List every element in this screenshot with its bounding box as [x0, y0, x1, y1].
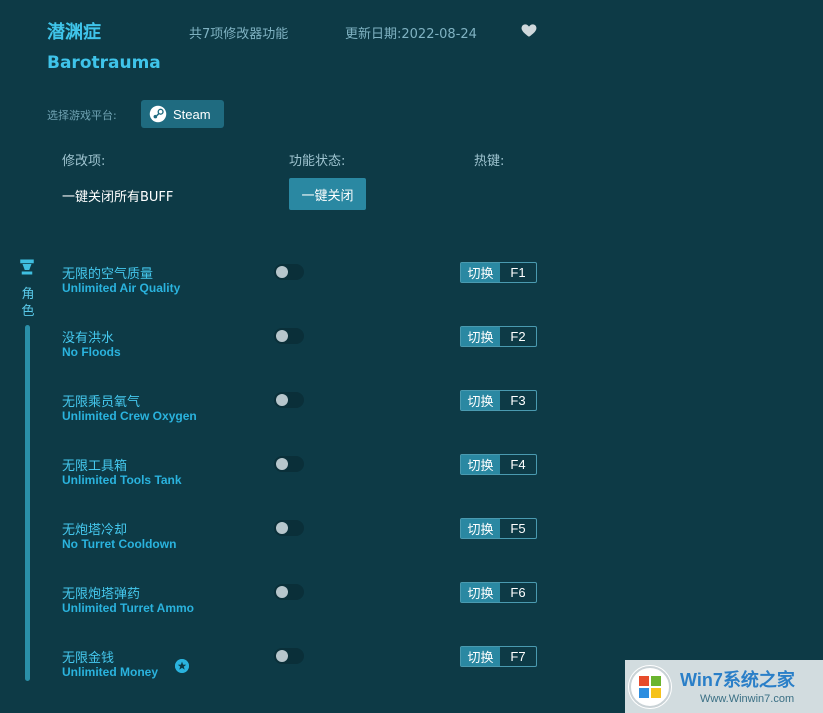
favorite-heart-icon[interactable]	[520, 21, 538, 39]
hotkey-key: F7	[510, 649, 526, 664]
hotkey-key: F6	[510, 585, 526, 600]
watermark-url: Www.Winwin7.com	[700, 693, 795, 705]
hotkey-button[interactable]: 切换 F4	[460, 454, 537, 475]
hotkey-button[interactable]: 切换 F2	[460, 326, 537, 347]
hotkey-switch-label: 切换	[461, 519, 500, 538]
hotkey-key: F5	[510, 521, 526, 536]
hotkey-button[interactable]: 切换 F7	[460, 646, 537, 667]
cheat-name-en: Unlimited Turret Ammo	[62, 601, 195, 615]
hotkey-button[interactable]: 切换 F6	[460, 582, 537, 603]
cheat-name-en: No Floods	[62, 345, 121, 359]
game-title-cn: 潜渊症	[47, 22, 101, 43]
update-date: 更新日期:2022-08-24	[345, 27, 477, 42]
cheat-row: 无限的空气质量 Unlimited Air Quality 切换 F1	[0, 262, 823, 327]
cheat-row: 无限炮塔弹药 Unlimited Turret Ammo 切换 F6	[0, 582, 823, 647]
hotkey-switch-label: 切换	[461, 327, 500, 346]
cheat-name-cn: 没有洪水	[62, 331, 115, 346]
hotkey-button[interactable]: 切换 F3	[460, 390, 537, 411]
close-all-buff-label: 一键关闭所有BUFF	[62, 190, 174, 205]
close-all-button[interactable]: 一键关闭	[289, 178, 366, 210]
hotkey-key: F3	[510, 393, 526, 408]
cheat-name-en: Unlimited Money	[62, 665, 159, 679]
hotkey-switch-label: 切换	[461, 391, 500, 410]
platform-label: 选择游戏平台:	[47, 109, 117, 122]
cheat-name-cn: 无限工具箱	[62, 459, 128, 474]
cheat-toggle[interactable]	[274, 264, 304, 280]
toggle-knob	[276, 650, 288, 662]
cheat-row: 没有洪水 No Floods 切换 F2	[0, 326, 823, 391]
hotkey-switch-label: 切换	[461, 455, 500, 474]
cheat-toggle[interactable]	[274, 648, 304, 664]
cheat-toggle[interactable]	[274, 520, 304, 536]
toggle-knob	[276, 458, 288, 470]
steam-platform-button[interactable]: Steam	[141, 100, 224, 128]
steam-label: Steam	[173, 106, 211, 122]
hotkey-key: F1	[510, 265, 526, 280]
toggle-knob	[276, 586, 288, 598]
hotkey-switch-label: 切换	[461, 583, 500, 602]
feature-count: 共7项修改器功能	[189, 27, 289, 42]
hotkey-key: F4	[510, 457, 526, 472]
cheat-row: 无限乘员氧气 Unlimited Crew Oxygen 切换 F3	[0, 390, 823, 455]
cheat-name-en: Unlimited Air Quality	[62, 281, 181, 295]
game-title-en: Barotrauma	[47, 53, 161, 73]
cheat-toggle[interactable]	[274, 392, 304, 408]
cheat-name-cn: 无限炮塔弹药	[62, 587, 141, 602]
cheat-name-cn: 无限乘员氧气	[62, 395, 141, 410]
hotkey-button[interactable]: 切换 F5	[460, 518, 537, 539]
cheat-toggle[interactable]	[274, 456, 304, 472]
hotkey-switch-label: 切换	[461, 647, 500, 666]
cheat-row: 无炮塔冷却 No Turret Cooldown 切换 F5	[0, 518, 823, 583]
toggle-knob	[276, 522, 288, 534]
column-header-status: 功能状态:	[289, 154, 346, 169]
column-header-hotkey: 热键:	[474, 154, 505, 169]
cheat-name-cn: 无限的空气质量	[62, 267, 154, 282]
steam-icon	[149, 105, 167, 123]
premium-star-icon	[175, 659, 189, 673]
column-header-item: 修改项:	[62, 154, 106, 169]
cheat-name-en: No Turret Cooldown	[62, 537, 177, 551]
hotkey-key: F2	[510, 329, 526, 344]
cheat-toggle[interactable]	[274, 328, 304, 344]
toggle-knob	[276, 266, 288, 278]
cheat-name-en: Unlimited Tools Tank	[62, 473, 182, 487]
cheat-name-en: Unlimited Crew Oxygen	[62, 409, 197, 423]
cheat-toggle[interactable]	[274, 584, 304, 600]
toggle-knob	[276, 330, 288, 342]
cheat-row: 无限工具箱 Unlimited Tools Tank 切换 F4	[0, 454, 823, 519]
toggle-knob	[276, 394, 288, 406]
cheat-name-cn: 无炮塔冷却	[62, 523, 128, 538]
cheat-name-cn: 无限金钱	[62, 651, 115, 666]
watermark-brand: Win7系统之家	[680, 666, 795, 692]
watermark-brand-text: Win7系统之家	[680, 670, 795, 690]
hotkey-switch-label: 切换	[461, 263, 500, 282]
hotkey-button[interactable]: 切换 F1	[460, 262, 537, 283]
